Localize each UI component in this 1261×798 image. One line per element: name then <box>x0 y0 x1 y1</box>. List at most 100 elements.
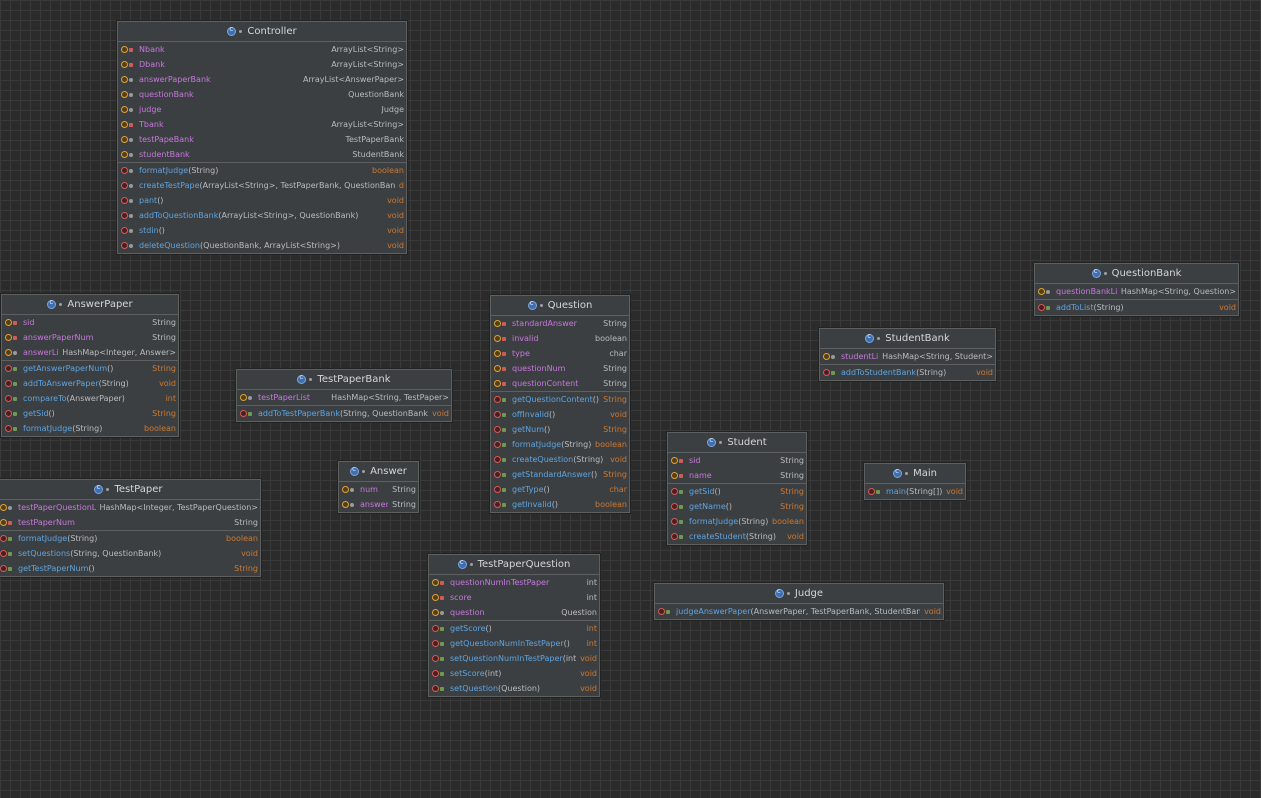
method-row[interactable]: addToTestPaperBank(String, QuestionBank)… <box>237 406 451 421</box>
method-row[interactable]: getSid() String <box>2 406 178 421</box>
field-row[interactable]: testPaperList HashMap<String, TestPaper> <box>237 390 451 405</box>
method-row[interactable]: stdin() void <box>118 223 406 238</box>
method-row[interactable]: pant() void <box>118 193 406 208</box>
method-row[interactable]: getTestPaperNum() String <box>0 561 260 576</box>
method-row[interactable]: formatJudge(String) boolean <box>2 421 178 436</box>
method-row[interactable]: formatJudge(String) boolean <box>0 531 260 546</box>
field-row[interactable]: questionNum String <box>491 361 629 376</box>
field-row[interactable]: standardAnswer String <box>491 316 629 331</box>
method-row[interactable]: addToAnswerPaper(String) void <box>2 376 178 391</box>
field-row[interactable]: type char <box>491 346 629 361</box>
class-test-paper-question[interactable]: TestPaperQuestion questionNumInTestPaper i… <box>428 554 600 697</box>
method-icon <box>671 533 678 540</box>
class-main[interactable]: Mainmain(String[])void <box>864 463 966 500</box>
method-return-type: String <box>152 364 176 373</box>
method-params: () <box>563 639 570 648</box>
method-row[interactable]: deleteQuestion(QuestionBank, ArrayList<S… <box>118 238 406 253</box>
method-name: getAnswerPaperNum <box>23 364 108 373</box>
field-row[interactable]: question Question <box>429 605 599 620</box>
method-row[interactable]: setScore(int) void <box>429 666 599 681</box>
field-name: questionBank <box>139 90 194 99</box>
method-row[interactable]: createTestPape(ArrayList<String>, TestPa… <box>118 178 406 193</box>
field-icon <box>342 501 349 508</box>
field-row[interactable]: questionContent String <box>491 376 629 391</box>
class-name: Judge <box>794 588 824 599</box>
class-test-paper-bank[interactable]: TestPaperBank testPaperList HashMap<String… <box>236 369 452 422</box>
method-row[interactable]: addToQuestionBank(ArrayList<String>, Que… <box>118 208 406 223</box>
method-return-type: void <box>387 241 404 250</box>
method-row[interactable]: main(String[]) void <box>865 484 965 499</box>
method-row[interactable]: getSid() String <box>668 484 806 499</box>
class-header: Judge <box>655 584 943 604</box>
field-icon <box>121 121 128 128</box>
field-row[interactable]: num String <box>339 482 418 497</box>
method-row[interactable]: formatJudge(String) boolean <box>668 514 806 529</box>
method-row[interactable]: compareTo(AnswerPaper) int <box>2 391 178 406</box>
class-judge[interactable]: Judge judgeAnswerPaper(AnswerPaper, TestP… <box>654 583 944 620</box>
method-row[interactable]: offInvalid() void <box>491 407 629 422</box>
method-row[interactable]: getNum() String <box>491 422 629 437</box>
class-student[interactable]: StudentsidStringnameStringgetSid()String… <box>667 432 807 545</box>
field-row[interactable]: score int <box>429 590 599 605</box>
class-test-paper[interactable]: TestPaper testPaperQuestionListHashMap<In… <box>0 479 261 577</box>
method-row[interactable]: createStudent(String) void <box>668 529 806 544</box>
class-question[interactable]: Question standardAnswer String invalid boole… <box>490 295 630 513</box>
field-row[interactable]: invalid boolean <box>491 331 629 346</box>
method-name: formatJudge <box>139 166 189 175</box>
method-row[interactable]: getAnswerPaperNum() String <box>2 361 178 376</box>
method-icons <box>494 441 512 448</box>
class-header: Answer <box>339 462 418 482</box>
field-row[interactable]: questionNumInTestPaper int <box>429 575 599 590</box>
private-lock-icon <box>8 520 12 525</box>
method-row[interactable]: addToStudentBank(String) void <box>820 365 995 380</box>
method-row[interactable]: setQuestionNumInTestPaper(int)void <box>429 651 599 666</box>
class-controller[interactable]: Controller Nbank ArrayList<String> Dbank Arr… <box>117 21 407 254</box>
method-row[interactable]: getQuestionContent() String <box>491 392 629 407</box>
field-row[interactable]: answerPaperNum String <box>2 330 178 345</box>
field-row[interactable]: testPaperQuestionListHashMap<Integer, Te… <box>0 500 260 515</box>
field-row[interactable]: name String <box>668 468 806 483</box>
field-row[interactable]: Dbank ArrayList<String> <box>118 57 406 72</box>
method-params: () <box>543 485 550 494</box>
method-row[interactable]: addToList(String) void <box>1035 300 1238 315</box>
class-answer-paper[interactable]: AnswerPaper sid String answerPaperNum String… <box>1 294 179 437</box>
method-row[interactable]: formatJudge(String) boolean <box>118 163 406 178</box>
field-row[interactable]: sid String <box>668 453 806 468</box>
field-type: String <box>152 333 176 342</box>
field-row[interactable]: sid String <box>2 315 178 330</box>
method-params: () <box>591 470 598 479</box>
method-row[interactable]: formatJudge(String) boolean <box>491 437 629 452</box>
method-icon <box>432 655 439 662</box>
public-unlock-icon <box>502 412 506 417</box>
field-row[interactable]: questionBankListHashMap<String, Question… <box>1035 284 1238 299</box>
method-row[interactable]: createQuestion(String) void <box>491 452 629 467</box>
method-row[interactable]: getQuestionNumInTestPaper() int <box>429 636 599 651</box>
method-icons <box>494 486 512 493</box>
class-answer[interactable]: AnswernumStringanswerString <box>338 461 419 513</box>
method-signature: getSid() <box>23 409 148 418</box>
field-row[interactable]: answerPaperBank ArrayList<AnswerPaper> <box>118 72 406 87</box>
method-row[interactable]: setQuestion(Question) void <box>429 681 599 696</box>
method-signature: offInvalid() <box>512 410 606 419</box>
method-row[interactable]: getName() String <box>668 499 806 514</box>
field-row[interactable]: testPaperNum String <box>0 515 260 530</box>
field-icons <box>494 320 512 327</box>
field-row[interactable]: answerList HashMap<Integer, Answer> <box>2 345 178 360</box>
method-row[interactable]: getType() char <box>491 482 629 497</box>
field-row[interactable]: judge Judge <box>118 102 406 117</box>
field-row[interactable]: Nbank ArrayList<String> <box>118 42 406 57</box>
field-row[interactable]: studentBank StudentBank <box>118 147 406 162</box>
field-row[interactable]: studentListHashMap<String, Student> <box>820 349 995 364</box>
field-row[interactable]: answer String <box>339 497 418 512</box>
method-row[interactable]: judgeAnswerPaper(AnswerPaper, TestPaperB… <box>655 604 943 619</box>
field-row[interactable]: questionBank QuestionBank <box>118 87 406 102</box>
field-row[interactable]: Tbank ArrayList<String> <box>118 117 406 132</box>
method-row[interactable]: getInvalid() boolean <box>491 497 629 512</box>
method-row[interactable]: getScore() int <box>429 621 599 636</box>
method-row[interactable]: getStandardAnswer() String <box>491 467 629 482</box>
class-question-bank[interactable]: QuestionBank questionBankListHashMap<Stri… <box>1034 263 1239 316</box>
field-row[interactable]: testPapeBank TestPaperBank <box>118 132 406 147</box>
method-name: addToAnswerPaper <box>23 379 99 388</box>
class-student-bank[interactable]: StudentBank studentListHashMap<String, St… <box>819 328 996 381</box>
method-row[interactable]: setQuestions(String, QuestionBank) void <box>0 546 260 561</box>
